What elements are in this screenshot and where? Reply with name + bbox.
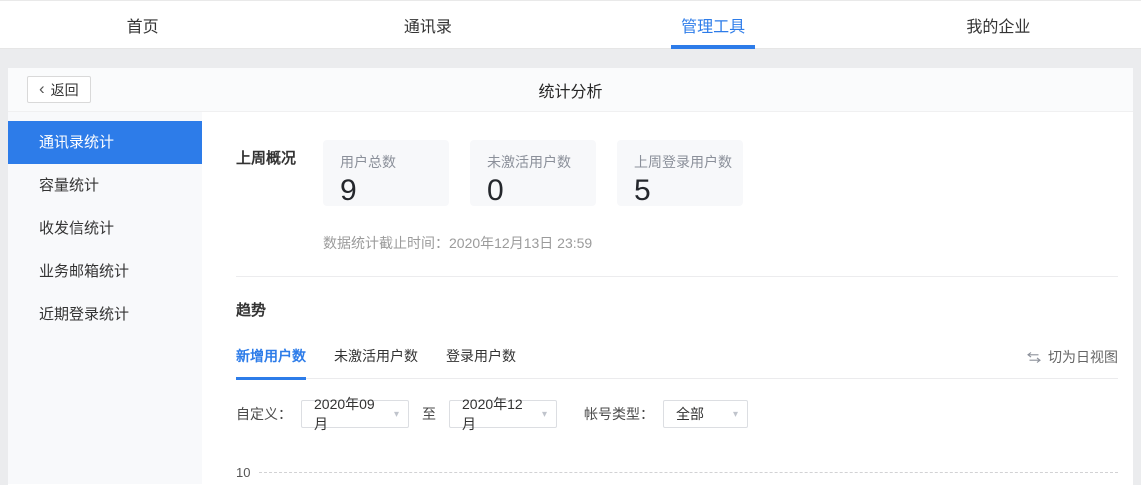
switch-view-label: 切为日视图 (1048, 349, 1118, 365)
to-label: 至 (422, 406, 436, 422)
stat-card-total-users: 用户总数 9 (323, 140, 449, 207)
sidebar: 通讯录统计 容量统计 收发信统计 业务邮箱统计 近期登录统计 (8, 112, 202, 484)
sidebar-item-mail-stats[interactable]: 收发信统计 (8, 207, 202, 250)
stat-card-value: 5 (634, 174, 651, 207)
sidebar-item-recent-login-stats[interactable]: 近期登录统计 (8, 293, 202, 336)
stat-cards: 用户总数 9 未激活用户数 0 上周登录用户数 5 (323, 140, 743, 207)
trend-section-title: 趋势 (236, 302, 267, 319)
switch-to-day-view-button[interactable]: 切为日视图 (1027, 347, 1118, 367)
main-panel: ‹ 返回 统计分析 通讯录统计 容量统计 收发信统计 业务邮箱统计 近期登录统计… (8, 68, 1133, 485)
sidebar-item-business-mailbox-stats[interactable]: 业务邮箱统计 (8, 250, 202, 293)
trend-chart: 10 (236, 465, 1118, 480)
active-tab-underline (671, 45, 756, 49)
nav-item-my-company[interactable]: 我的企业 (856, 1, 1141, 48)
start-month-value: 2020年09月 (314, 396, 375, 432)
swap-arrows-icon (1027, 351, 1041, 363)
account-type-select[interactable]: 全部 ▾ (663, 400, 748, 428)
stat-card-label: 未激活用户数 (487, 154, 571, 170)
chevron-down-icon: ▾ (541, 408, 547, 420)
nav-item-admin-tools[interactable]: 管理工具 (571, 1, 856, 49)
data-cutoff-time: 数据统计截止时间：2020年12月13日 23:59 (323, 235, 593, 251)
nav-item-label: 通讯录 (403, 18, 452, 36)
nav-item-label: 我的企业 (966, 18, 1031, 36)
tab-login-users[interactable]: 登录用户数 (446, 346, 516, 378)
stat-card-label: 上周登录用户数 (634, 154, 732, 170)
account-type-label: 帐号类型： (584, 406, 654, 422)
y-axis-tick-label: 10 (236, 465, 251, 480)
content-area: 上周概况 用户总数 9 未激活用户数 0 上周登录用户数 5 数据统计截止时间：… (202, 112, 1133, 484)
stat-card-value: 9 (340, 174, 357, 207)
end-month-select[interactable]: 2020年12月 ▾ (449, 396, 557, 432)
stat-card-label: 用户总数 (340, 154, 396, 170)
stat-card-value: 0 (487, 174, 504, 207)
stat-card-inactive-users: 未激活用户数 0 (470, 140, 596, 207)
overview-section-title: 上周概况 (236, 150, 297, 167)
tab-new-users[interactable]: 新增用户数 (236, 346, 306, 380)
panel-header: ‹ 返回 统计分析 (8, 68, 1133, 112)
trend-tab-bar: 新增用户数 未激活用户数 登录用户数 切为日视图 (236, 346, 1118, 380)
chevron-down-icon: ▾ (393, 408, 399, 420)
chevron-left-icon: ‹ (39, 79, 45, 98)
chart-gridline (259, 472, 1118, 473)
page-title: 统计分析 (538, 83, 603, 101)
nav-item-contacts[interactable]: 通讯录 (285, 1, 570, 48)
sidebar-item-capacity-stats[interactable]: 容量统计 (8, 164, 202, 207)
nav-item-label: 首页 (126, 18, 159, 36)
start-month-select[interactable]: 2020年09月 ▾ (301, 396, 409, 432)
nav-item-label: 管理工具 (681, 18, 746, 36)
back-button-label: 返回 (50, 81, 79, 98)
tab-inactive-users[interactable]: 未激活用户数 (334, 346, 418, 378)
end-month-value: 2020年12月 (462, 396, 523, 432)
custom-range-label: 自定义： (236, 406, 292, 422)
trend-section: 趋势 (236, 299, 1118, 320)
chevron-down-icon: ▾ (732, 408, 738, 420)
section-divider (236, 276, 1118, 277)
account-type-value: 全部 (676, 406, 704, 422)
top-nav-bar: 首页 通讯录 管理工具 我的企业 (0, 0, 1141, 49)
stat-card-last-week-login-users: 上周登录用户数 5 (617, 140, 743, 207)
back-button[interactable]: ‹ 返回 (27, 76, 91, 103)
sidebar-item-contacts-stats[interactable]: 通讯录统计 (8, 121, 202, 164)
overview-section: 上周概况 用户总数 9 未激活用户数 0 上周登录用户数 5 (236, 140, 1118, 207)
panel-body: 通讯录统计 容量统计 收发信统计 业务邮箱统计 近期登录统计 上周概况 用户总数… (8, 112, 1133, 484)
nav-item-home[interactable]: 首页 (0, 1, 285, 48)
filter-row: 自定义： 2020年09月 ▾ 至 2020年12月 ▾ 帐号类型： 全部 ▾ (236, 396, 1118, 432)
